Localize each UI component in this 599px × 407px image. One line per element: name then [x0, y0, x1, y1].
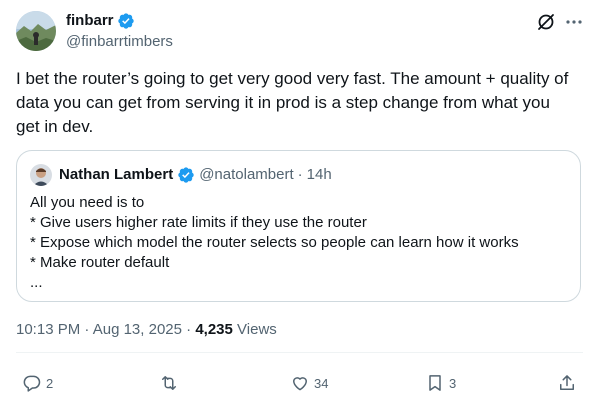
share-button[interactable]: [557, 372, 577, 394]
reply-count: 2: [46, 375, 54, 391]
bookmark-icon: [429, 375, 441, 391]
share-icon: [560, 375, 574, 390]
author-avatar[interactable]: [16, 11, 56, 51]
quote-author-avatar[interactable]: [30, 164, 52, 186]
verified-badge-icon: [117, 13, 134, 29]
tweet-text: I bet the router’s going to get very goo…: [16, 69, 569, 136]
quote-author-handle[interactable]: @natolambert: [199, 166, 293, 184]
tweet: finbarr @finbarrtimbers I bet the router…: [0, 0, 599, 407]
bookmark-count: 3: [449, 375, 457, 391]
quote-separator: ·: [297, 166, 303, 183]
quote-tweet-card[interactable]: Nathan Lambert @natolambert · 14h All you …: [16, 150, 581, 302]
repost-icon: [162, 376, 176, 390]
quote-header: Nathan Lambert @natolambert · 14h: [59, 166, 332, 184]
meta-separator: ·: [186, 321, 192, 338]
like-count: 34: [314, 375, 329, 391]
bookmark-button[interactable]: 3: [425, 372, 456, 394]
tweet-meta: 10:13 PM · Aug 13, 2025 · 4,235 Views: [16, 321, 277, 339]
like-button[interactable]: 34: [290, 372, 328, 394]
meta-separator: ·: [84, 321, 90, 338]
repost-button[interactable]: [159, 372, 183, 394]
more-icon[interactable]: [564, 12, 584, 32]
views-label: Views: [237, 321, 277, 338]
quote-time[interactable]: 14h: [307, 166, 332, 184]
author-name[interactable]: finbarr: [66, 12, 135, 30]
tweet-date[interactable]: Aug 13, 2025: [93, 321, 182, 338]
reply-icon: [23, 375, 41, 392]
like-icon: [293, 377, 307, 391]
reply-button[interactable]: 2: [22, 372, 53, 394]
author-name-text: finbarr: [66, 12, 114, 29]
quote-author-name[interactable]: Nathan Lambert: [59, 166, 173, 184]
quote-text: All you need is to * Give users higher r…: [30, 194, 519, 291]
tweet-time[interactable]: 10:13 PM: [16, 321, 80, 338]
divider: [16, 352, 583, 353]
grok-icon[interactable]: [536, 12, 556, 32]
verified-badge-icon: [178, 167, 194, 183]
author-handle[interactable]: @finbarrtimbers: [66, 33, 173, 51]
views-count: 4,235: [195, 321, 233, 338]
